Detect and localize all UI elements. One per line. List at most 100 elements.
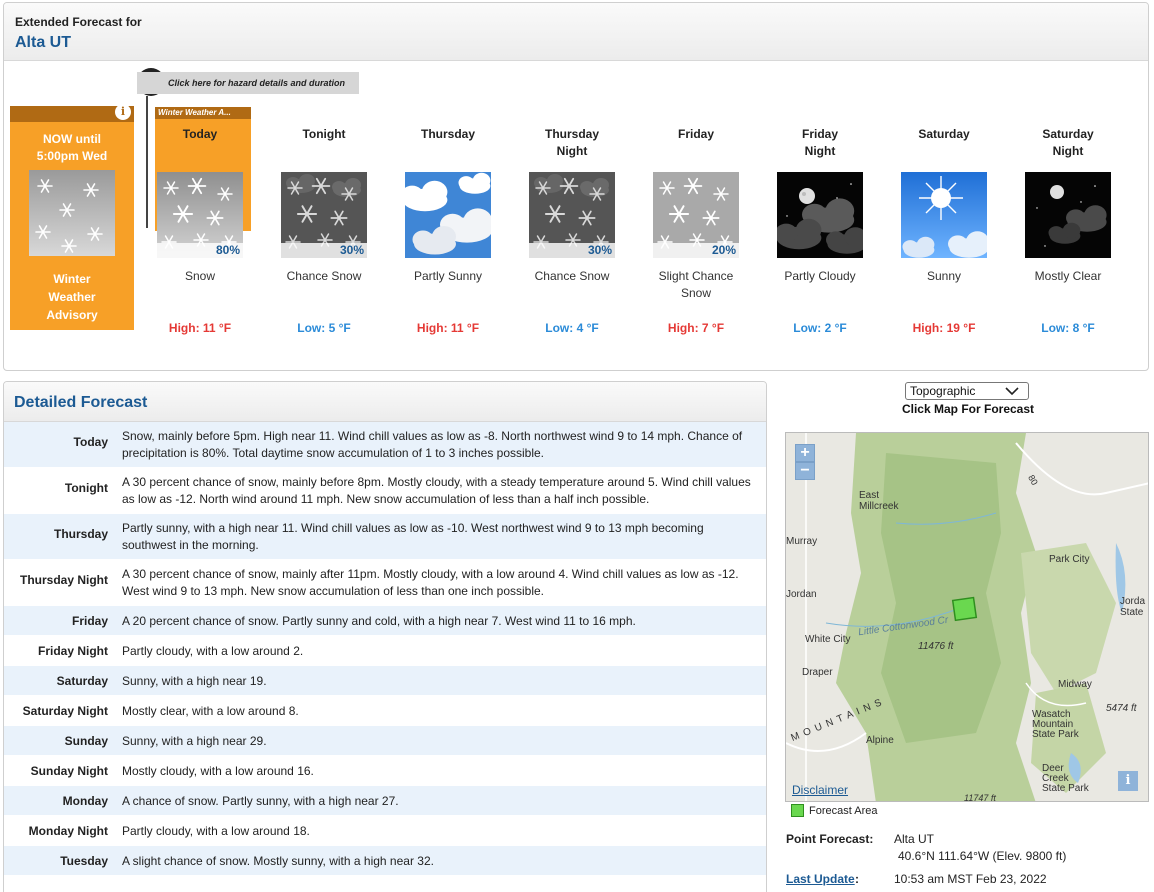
- tombstone-1[interactable]: Tonight 30% Chance Snow Low: 5 °F: [268, 126, 380, 337]
- map-label: 5474 ft: [1106, 703, 1137, 714]
- tombstone-3[interactable]: Thursday Night 30% Chance Snow Low: 4 °F: [516, 126, 628, 337]
- map-label: Wasatch Mountain State Park: [1032, 709, 1079, 740]
- row-period: Tuesday: [60, 854, 108, 868]
- row-text: A 30 percent chance of snow, mainly befo…: [122, 475, 751, 506]
- row-period: Friday: [71, 614, 108, 628]
- legend-label: Forecast Area: [809, 804, 878, 817]
- short-description: Partly Sunny: [413, 269, 483, 283]
- short-description: Partly Cloudy: [784, 269, 856, 283]
- row-text: Mostly cloudy, with a low around 16.: [122, 764, 314, 778]
- row-text: Partly sunny, with a high near 11. Wind …: [122, 521, 704, 552]
- slight-chance-snow-icon: 20%: [653, 172, 739, 258]
- table-row: Monday Night Partly cloudy, with a low ar…: [4, 816, 766, 846]
- map-hint: Click Map For Forecast: [901, 402, 1035, 416]
- precip-chance: 80%: [157, 243, 243, 258]
- table-row: Thursday Partly sunny, with a high near 1…: [4, 514, 766, 560]
- row-text: Sunny, with a high near 29.: [122, 734, 267, 748]
- disclaimer-link[interactable]: Disclaimer: [792, 783, 848, 797]
- row-period: Tonight: [64, 481, 108, 495]
- row-period: Sunday Night: [30, 764, 108, 778]
- now-description: Winter Weather Advisory: [46, 272, 98, 322]
- hazard-details-link[interactable]: Click here for hazard details and durati…: [137, 72, 359, 94]
- forecast-area-swatch: [791, 804, 804, 817]
- info-icon[interactable]: i: [1118, 771, 1138, 791]
- map-type-select[interactable]: Topographic: [905, 382, 1029, 400]
- location-title: Alta UT: [15, 34, 71, 51]
- point-forecast-value: Alta UT: [894, 832, 935, 846]
- snow-icon: 80%: [157, 172, 243, 258]
- table-row: Sunday Night Mostly cloudy, with a low ar…: [4, 756, 766, 786]
- map-terrain: [786, 433, 1148, 801]
- period-name: Today: [182, 127, 218, 141]
- tombstone-0[interactable]: Today 80% Snow High: 11 °F: [144, 126, 256, 337]
- zoom-out-button[interactable]: −: [795, 462, 815, 480]
- map-legend: Forecast Area: [791, 804, 877, 817]
- row-text: Mostly clear, with a low around 8.: [122, 704, 299, 718]
- temperature: High: 11 °F: [168, 321, 232, 335]
- table-row: Saturday Night Mostly clear, with a low a…: [4, 696, 766, 726]
- row-text: A chance of snow. Partly sunny, with a h…: [122, 794, 399, 808]
- row-text: A 20 percent chance of snow. Partly sunn…: [122, 614, 636, 628]
- last-update-value: 10:53 am MST Feb 23, 2022: [894, 872, 1047, 886]
- chance-snow-night-icon: 30%: [529, 172, 615, 258]
- map-label: Deer Creek State Park: [1042, 763, 1089, 794]
- row-text: A slight chance of snow. Mostly sunny, w…: [122, 854, 434, 868]
- table-row: Tuesday A slight chance of snow. Mostly s…: [4, 846, 766, 876]
- tombstone-5[interactable]: Friday Night Partly Cloudy Low: 2 °F: [764, 126, 876, 337]
- temperature: Low: 5 °F: [297, 321, 351, 335]
- row-text: Partly cloudy, with a low around 18.: [122, 824, 310, 838]
- last-update-colon: :: [855, 872, 859, 886]
- period-name: Tonight: [302, 127, 346, 141]
- table-row: Friday Night Partly cloudy, with a low ar…: [4, 636, 766, 666]
- point-forecast-label: Point Forecast:: [786, 832, 874, 846]
- map-type-value: Topographic: [910, 384, 976, 398]
- forecast-map[interactable]: + − East Millcreek Murray Park City Jord…: [785, 432, 1149, 802]
- short-description: Sunny: [926, 269, 962, 283]
- info-icon[interactable]: i: [115, 104, 131, 120]
- period-name: Saturday: [918, 127, 970, 141]
- tombstone-7[interactable]: Saturday Night Mostly Clear Low: 8 °F: [1012, 126, 1124, 337]
- temperature: High: 7 °F: [667, 321, 725, 335]
- table-row: Thursday Night A 30 percent chance of sno…: [4, 560, 766, 606]
- zoom-in-button[interactable]: +: [795, 444, 815, 462]
- row-period: Saturday: [56, 674, 108, 688]
- precip-chance: 30%: [529, 243, 615, 258]
- today-advisory-tab[interactable]: Winter Weather A...: [155, 107, 251, 119]
- table-row: Monday A chance of snow. Partly sunny, wi…: [4, 786, 766, 816]
- row-period: Today: [73, 435, 108, 449]
- now-advisory-box[interactable]: i NOW until 5:00pm Wed Winter Weather Ad…: [10, 104, 134, 330]
- tombstone-6[interactable]: Saturday Sunny High: 19 °F: [888, 126, 1000, 337]
- tombstone-4[interactable]: Friday 20% Slight Chance Snow High: 7 °F: [640, 126, 752, 337]
- map-label: Jorda State: [1120, 596, 1146, 618]
- map-label: White City: [805, 634, 851, 645]
- temperature: Low: 4 °F: [545, 321, 599, 335]
- map-label: Park City: [1049, 554, 1090, 565]
- now-title: NOW until 5:00pm Wed: [36, 132, 108, 163]
- snow-icon: [29, 170, 115, 256]
- period-name: Friday: [677, 127, 714, 141]
- map-label: Draper: [802, 667, 833, 678]
- table-row: Today Snow, mainly before 5pm. High near …: [4, 422, 766, 468]
- row-period: Thursday: [53, 527, 108, 541]
- tombstone-2[interactable]: Thursday Partly Sunny High: 11 °F: [392, 126, 504, 337]
- table-row: Friday A 20 percent chance of snow. Partl…: [4, 606, 766, 636]
- detailed-forecast-list: Today Snow, mainly before 5pm. High near …: [4, 422, 766, 876]
- map-label: Alpine: [866, 735, 894, 746]
- map-label: Jordan: [786, 589, 817, 600]
- row-text: Snow, mainly before 5pm. High near 11. W…: [122, 429, 743, 460]
- row-period: Sunday: [64, 734, 108, 748]
- last-update-link[interactable]: Last Update: [786, 872, 855, 886]
- period-name: Thursday Night: [544, 127, 599, 158]
- map-label: 11476 ft: [918, 641, 954, 652]
- row-period: Thursday Night: [19, 573, 108, 587]
- period-name: Friday Night: [801, 127, 838, 158]
- short-description: Mostly Clear: [1034, 269, 1102, 283]
- row-text: A 30 percent chance of snow, mainly afte…: [122, 567, 739, 598]
- precip-chance: 20%: [653, 243, 739, 258]
- row-text: Sunny, with a high near 19.: [122, 674, 267, 688]
- short-description: Slight Chance Snow: [658, 269, 734, 300]
- map-label: Murray: [786, 536, 818, 547]
- temperature: High: 11 °F: [416, 321, 480, 335]
- short-description: Chance Snow: [534, 269, 610, 283]
- now-tab: i: [10, 104, 134, 122]
